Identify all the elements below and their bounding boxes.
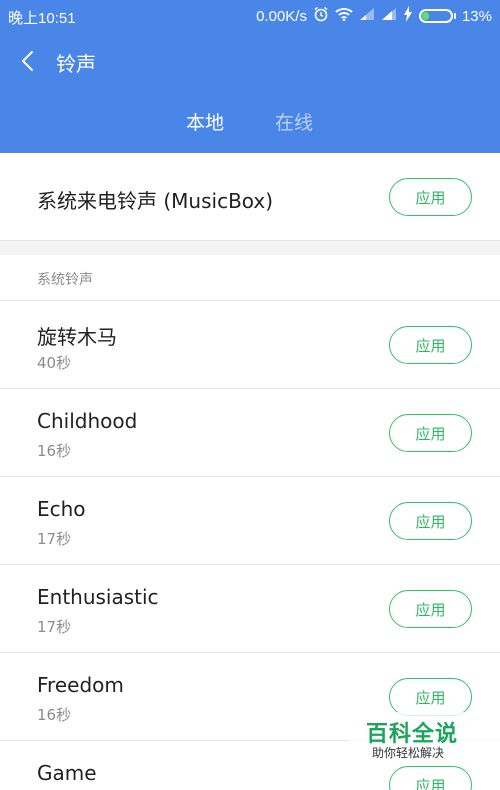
section-title: 系统铃声 bbox=[37, 272, 93, 288]
ringtone-duration: 17秒 bbox=[37, 618, 72, 636]
charging-icon bbox=[403, 6, 413, 26]
tab-bar: 本地 在线 bbox=[0, 108, 500, 138]
apply-button[interactable]: 应用 bbox=[389, 590, 472, 628]
ringtone-duration: 40秒 bbox=[37, 354, 72, 372]
network-speed: 0.00K/s bbox=[256, 7, 307, 25]
battery-percent: 13% bbox=[461, 7, 492, 25]
current-ringtone-row: 系统来电铃声 (MusicBox) 应用 bbox=[0, 153, 500, 241]
wifi-icon bbox=[335, 7, 353, 25]
current-ringtone-label: 系统来电铃声 (MusicBox) bbox=[37, 189, 274, 213]
watermark-subtitle: 助你轻松解决 bbox=[372, 746, 445, 760]
ringtone-duration: 17秒 bbox=[37, 530, 72, 548]
apply-button[interactable]: 应用 bbox=[389, 326, 472, 364]
ringtone-name: Echo bbox=[37, 497, 86, 521]
battery-icon bbox=[418, 9, 453, 23]
status-time: 晚上10:51 bbox=[8, 10, 76, 27]
tab-online[interactable]: 在线 bbox=[275, 108, 313, 135]
ringtone-name: 旋转木马 bbox=[37, 325, 117, 349]
apply-button[interactable]: 应用 bbox=[389, 178, 472, 216]
list-item[interactable]: 旋转木马 40秒 应用 bbox=[0, 301, 500, 389]
signal-icon bbox=[359, 7, 375, 25]
status-bar: 晚上10:51 0.00K/s 13% bbox=[0, 0, 500, 30]
chevron-left-icon[interactable] bbox=[14, 46, 44, 76]
list-item[interactable]: Childhood 16秒 应用 bbox=[0, 389, 500, 477]
divider bbox=[0, 241, 500, 255]
ringtone-duration: 16秒 bbox=[37, 706, 72, 724]
tab-local[interactable]: 本地 bbox=[186, 108, 224, 135]
section-header: 系统铃声 bbox=[0, 255, 500, 301]
page-title: 铃声 bbox=[56, 52, 96, 76]
watermark-logo: 百科全说 助你轻松解决 bbox=[350, 712, 500, 762]
ringtone-name: Childhood bbox=[37, 409, 138, 433]
status-right: 0.00K/s 13% bbox=[256, 6, 492, 26]
ringtone-name: Freedom bbox=[37, 673, 124, 697]
apply-button[interactable]: 应用 bbox=[389, 414, 472, 452]
alarm-icon bbox=[313, 6, 329, 26]
apply-button[interactable]: 应用 bbox=[389, 678, 472, 716]
list-item[interactable]: Echo 17秒 应用 bbox=[0, 477, 500, 565]
apply-button[interactable]: 应用 bbox=[389, 502, 472, 540]
ringtone-name: Game bbox=[37, 761, 97, 785]
title-bar: 铃声 bbox=[0, 40, 500, 80]
signal-icon bbox=[381, 7, 397, 25]
app-header: 晚上10:51 0.00K/s 13% 铃声 本地 在线 bbox=[0, 0, 500, 153]
apply-button[interactable]: 应用 bbox=[389, 766, 472, 790]
list-item[interactable]: Enthusiastic 17秒 应用 bbox=[0, 565, 500, 653]
ringtone-duration: 16秒 bbox=[37, 442, 72, 460]
ringtone-name: Enthusiastic bbox=[37, 585, 159, 609]
